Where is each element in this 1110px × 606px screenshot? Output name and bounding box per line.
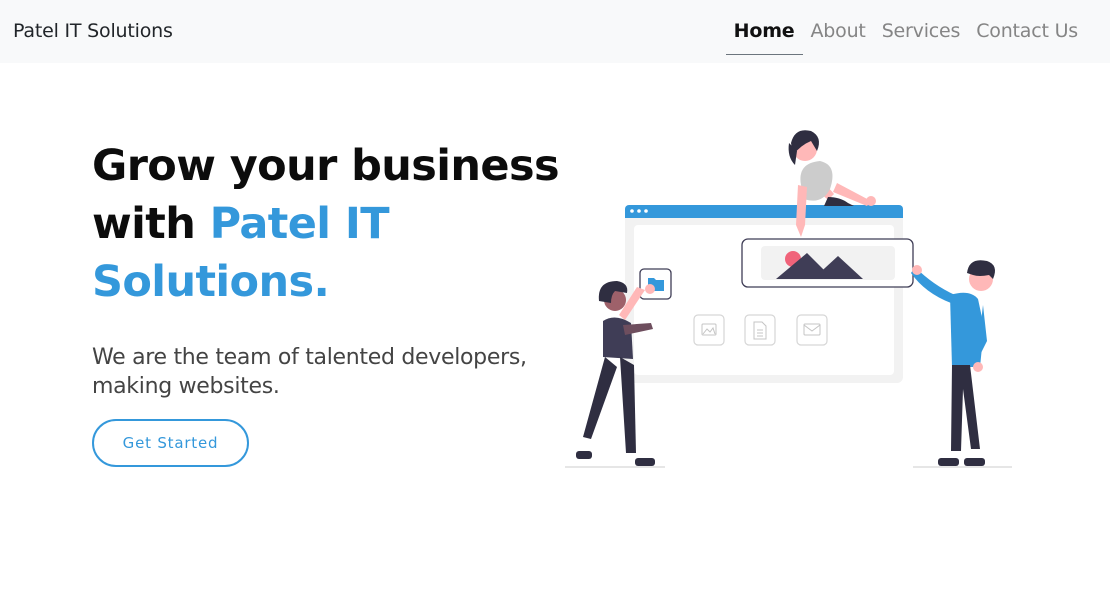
picture-card-illustration bbox=[741, 238, 914, 288]
hero-title-line1: Grow your business bbox=[92, 141, 560, 191]
navbar: Patel IT Solutions Home About Services C… bbox=[0, 0, 1110, 63]
nav-link-home[interactable]: Home bbox=[725, 0, 803, 63]
hero-title: Grow your business with Patel IT Solution… bbox=[92, 137, 562, 311]
folder-icon bbox=[639, 268, 672, 300]
nav-link-contact-us[interactable]: Contact Us bbox=[968, 0, 1086, 63]
get-started-button[interactable]: Get Started bbox=[92, 419, 249, 467]
nav-links: Home About Services Contact Us bbox=[725, 0, 1086, 63]
pointing-man-figure bbox=[911, 260, 1012, 468]
hero-subtitle: We are the team of talented developers, … bbox=[92, 345, 527, 399]
document-icon bbox=[744, 314, 776, 346]
hero-text: Grow your business with Patel IT Solution… bbox=[92, 137, 562, 401]
hero-title-with: with bbox=[92, 199, 210, 249]
image-placeholder-icon bbox=[693, 314, 725, 346]
hero-illustration bbox=[565, 130, 1012, 468]
mail-icon bbox=[796, 314, 828, 346]
nav-link-services[interactable]: Services bbox=[874, 0, 969, 63]
nav-link-about[interactable]: About bbox=[803, 0, 874, 63]
brand-link[interactable]: Patel IT Solutions bbox=[13, 20, 173, 42]
